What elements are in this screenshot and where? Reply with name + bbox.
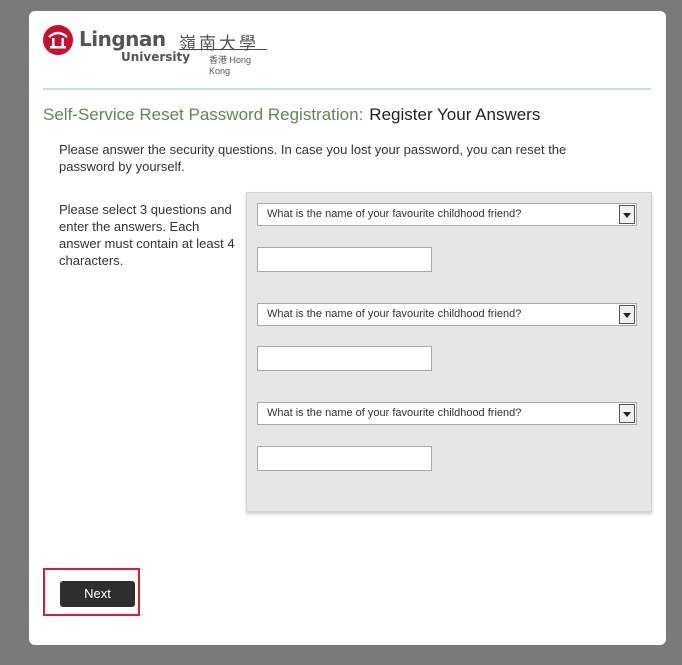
intro-text: Please answer the security questions. In…: [59, 142, 567, 174]
next-button-highlight: Next: [43, 568, 140, 616]
logo-chinese-name: 嶺南大學: [179, 34, 259, 54]
question-select-value: What is the name of your favourite child…: [267, 308, 522, 320]
question-select-2[interactable]: What is the name of your favourite child…: [257, 303, 637, 326]
page-title: Self-Service Reset Password Registration…: [43, 105, 540, 125]
answer-input-1[interactable]: [257, 247, 432, 272]
university-emblem-icon: [43, 25, 73, 55]
page-title-prefix: Self-Service Reset Password Registration…: [43, 105, 364, 124]
page-title-suffix: Register Your Answers: [369, 105, 541, 124]
question-select-value: What is the name of your favourite child…: [267, 407, 522, 419]
question-select-3[interactable]: What is the name of your favourite child…: [257, 402, 637, 425]
next-button[interactable]: Next: [60, 581, 135, 607]
instructions-text: Please select 3 questions and enter the …: [59, 202, 235, 268]
header-divider: [43, 88, 651, 90]
registration-card: Lingnan 嶺南大學 University 香港 Hong Kong Sel…: [29, 11, 666, 645]
chevron-down-icon[interactable]: [619, 305, 635, 324]
logo-underline: [179, 49, 267, 50]
chevron-down-icon[interactable]: [619, 205, 635, 224]
question-select-1[interactable]: What is the name of your favourite child…: [257, 203, 637, 226]
lingnan-logo: Lingnan 嶺南大學 University 香港 Hong Kong: [43, 25, 273, 76]
logo-name: Lingnan: [79, 27, 166, 51]
security-questions-panel: What is the name of your favourite child…: [246, 192, 652, 512]
answer-input-3[interactable]: [257, 446, 432, 471]
question-select-value: What is the name of your favourite child…: [267, 208, 522, 220]
answer-input-2[interactable]: [257, 346, 432, 371]
logo-location: 香港 Hong Kong: [209, 55, 252, 76]
logo-university: University: [121, 50, 191, 64]
chevron-down-icon[interactable]: [619, 404, 635, 423]
